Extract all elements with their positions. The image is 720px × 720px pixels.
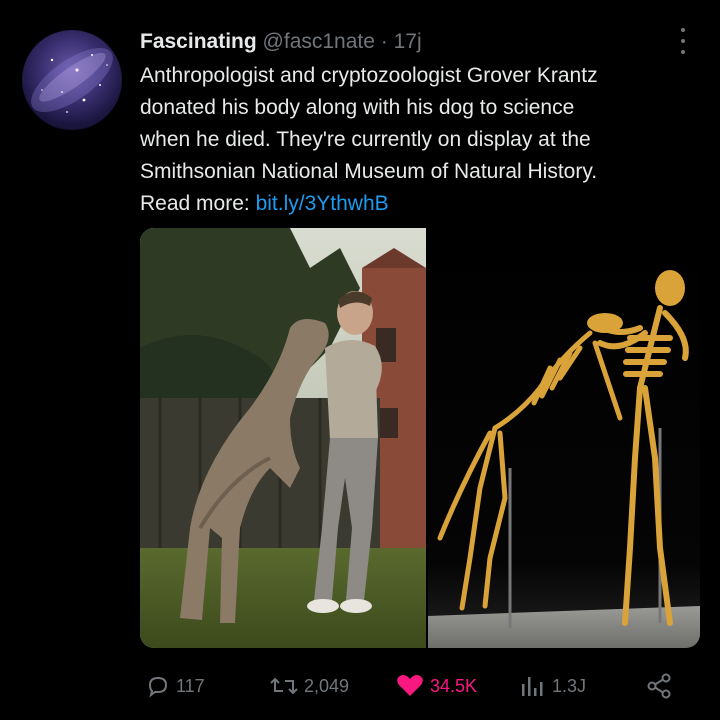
reply-count: 117 — [176, 675, 205, 696]
repost-count: 2,049 — [304, 675, 350, 696]
share-icon — [647, 673, 671, 699]
tweet-media[interactable] — [140, 228, 700, 648]
views-button[interactable]: 1.3J — [520, 668, 586, 704]
tweet-text: Anthropologist and cryptozoologist Grove… — [140, 60, 700, 220]
tweet-text-line: donated his body along with his dog to s… — [140, 96, 575, 119]
avatar[interactable] — [22, 30, 122, 130]
repost-button[interactable]: 2,049 — [270, 668, 349, 704]
read-more-line: Read more: bit.ly/3YthwhB — [140, 188, 700, 220]
tweet-header: Fascinating @fasc1nate · 17j — [140, 28, 422, 56]
views-count: 1.3J — [552, 675, 587, 696]
more-icon[interactable] — [676, 28, 690, 54]
tweet-actions: 117 2,049 34.5K 1.3J — [140, 668, 700, 704]
tweet-link[interactable]: bit.ly/3YthwhB — [256, 192, 389, 215]
tweet-text-line: when he died. They're currently on displ… — [140, 128, 591, 151]
author-handle[interactable]: @fasc1nate — [263, 30, 375, 53]
like-button[interactable]: 34.5K — [396, 668, 477, 704]
photo-skeletons — [428, 228, 700, 648]
read-more-label: Read more: — [140, 192, 250, 215]
photo-man-with-dog — [140, 228, 426, 648]
reply-button[interactable]: 117 — [146, 668, 205, 704]
heart-icon — [397, 675, 423, 696]
like-count: 34.5K — [430, 675, 478, 696]
views-icon — [522, 677, 543, 696]
tweet-timestamp[interactable]: 17j — [394, 30, 422, 53]
reply-icon — [148, 676, 168, 698]
repost-icon — [270, 677, 298, 695]
author-name[interactable]: Fascinating — [140, 30, 257, 53]
tweet-text-line: Smithsonian National Museum of Natural H… — [140, 160, 598, 183]
tweet-card: Fascinating @fasc1nate · 17j Anthropolog… — [0, 0, 720, 720]
share-button[interactable] — [646, 668, 678, 704]
tweet-text-line: Anthropologist and cryptozoologist Grove… — [140, 64, 598, 87]
header-separator: · — [380, 30, 388, 53]
